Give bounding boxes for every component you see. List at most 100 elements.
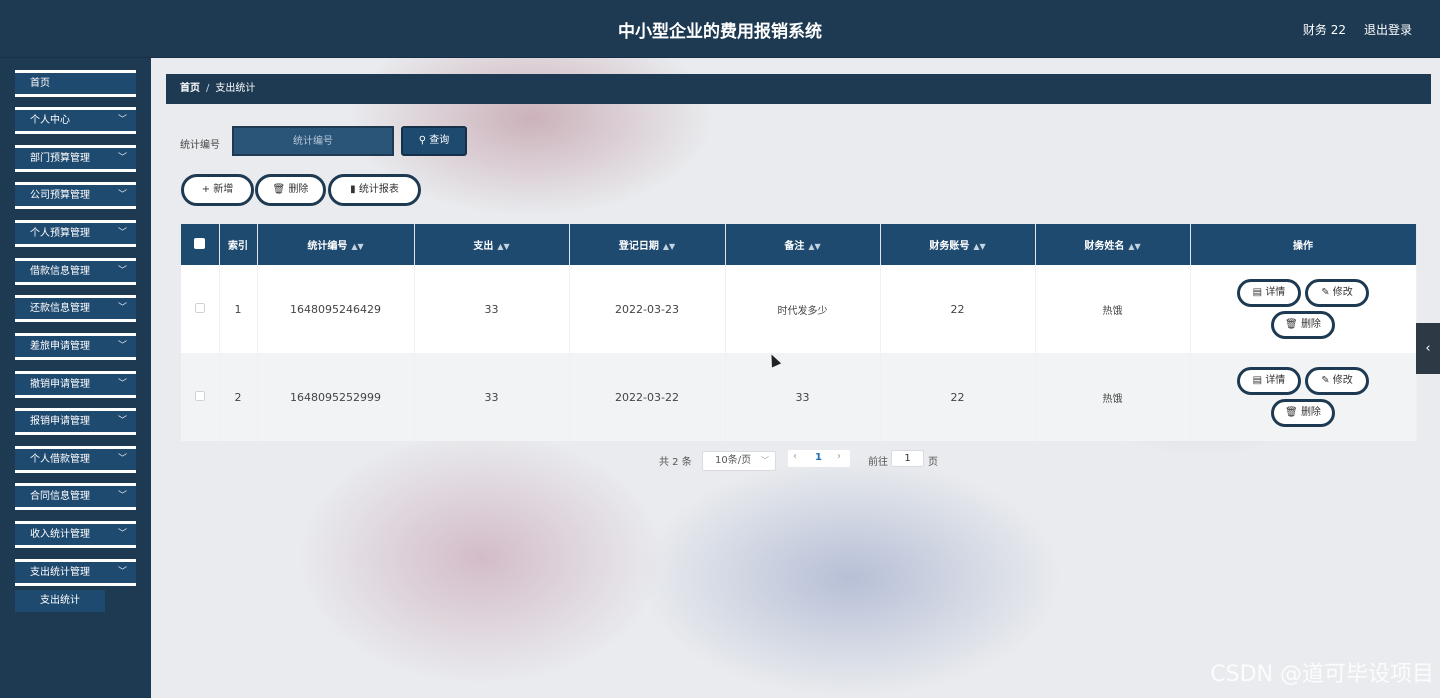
select-all-checkbox[interactable] bbox=[181, 224, 220, 265]
report-button-label: 统计报表 bbox=[358, 184, 399, 195]
system-title: 中小型企业的费用报销系统 bbox=[618, 22, 822, 42]
sidebar-subitem-expense-stats[interactable]: 支出统计 bbox=[15, 590, 105, 612]
col-header-expense[interactable]: 支出 ▲▼ bbox=[414, 224, 570, 265]
chevron-down-icon: ﹀ bbox=[117, 190, 127, 200]
cell-account: 22 bbox=[880, 265, 1036, 353]
prev-page-icon[interactable]: ‹ bbox=[793, 451, 797, 462]
table-header-row: 索引 统计编号 ▲▼ 支出 ▲▼ 登记日期 ▲▼ 备注 ▲▼ 财务账号 ▲▼ 财务姓名 ▲▼… bbox=[181, 224, 1417, 265]
chevron-down-icon: ﹀ bbox=[117, 266, 127, 276]
batch-delete-button[interactable]: 🗑 删除 bbox=[255, 174, 326, 206]
page-number-current[interactable]: 1 bbox=[815, 452, 822, 463]
sidebar-item-personal-budget[interactable]: 个人预算管理 ﹀ bbox=[15, 220, 136, 247]
detail-button[interactable]: ▤ 详情 bbox=[1237, 279, 1301, 307]
add-button-label: 新增 bbox=[213, 184, 234, 195]
add-button[interactable]: + 新增 bbox=[181, 174, 254, 206]
chevron-down-icon: ﹀ bbox=[117, 379, 127, 389]
sort-icon: ▲▼ bbox=[351, 242, 364, 251]
sort-icon: ▲▼ bbox=[808, 242, 821, 251]
chevron-left-icon[interactable]: ‹ bbox=[1416, 323, 1440, 374]
sidebar-item-loan-info[interactable]: 借款信息管理 ﹀ bbox=[15, 258, 136, 285]
sidebar-item-repayment-info[interactable]: 还款信息管理 ﹀ bbox=[15, 295, 136, 322]
delete-button[interactable]: 🗑 删除 bbox=[1271, 311, 1335, 339]
chevron-down-icon: ﹀ bbox=[117, 228, 127, 238]
sidebar-item-label: 收入统计管理 bbox=[30, 529, 90, 540]
page-nav: ‹ 1 › bbox=[788, 450, 850, 467]
sidebar: 首页 个人中心 ﹀ 部门预算管理 ﹀ 公司预算管理 ﹀ 个人预算管理 ﹀ 借款信息管理 ﹀… bbox=[0, 58, 151, 698]
cell-date: 2022-03-22 bbox=[569, 353, 726, 441]
breadcrumb: 首页 / 支出统计 bbox=[166, 74, 1431, 104]
sidebar-item-revoke-apply[interactable]: 撤销申请管理 ﹀ bbox=[15, 371, 136, 398]
search-icon: ⚲ bbox=[418, 135, 427, 146]
col-header-index: 索引 bbox=[219, 224, 258, 265]
chevron-down-icon: ﹀ bbox=[117, 341, 127, 351]
cell-date: 2022-03-23 bbox=[569, 265, 726, 353]
chevron-down-icon: ﹀ bbox=[117, 567, 127, 577]
page-size-select[interactable]: 10条/页 ﹀ bbox=[702, 451, 776, 471]
col-header-date[interactable]: 登记日期 ▲▼ bbox=[569, 224, 726, 265]
sidebar-item-travel-apply[interactable]: 差旅申请管理 ﹀ bbox=[15, 333, 136, 360]
cell-name: 热饿 bbox=[1035, 353, 1191, 441]
sidebar-item-dept-budget[interactable]: 部门预算管理 ﹀ bbox=[15, 145, 136, 172]
col-header-remark[interactable]: 备注 ▲▼ bbox=[725, 224, 881, 265]
sidebar-item-label: 个人借款管理 bbox=[30, 454, 90, 465]
cell-expense: 33 bbox=[414, 265, 570, 353]
cell-index: 1 bbox=[219, 265, 258, 353]
sidebar-item-label: 支出统计管理 bbox=[30, 567, 90, 578]
chevron-down-icon: ﹀ bbox=[117, 153, 127, 163]
col-header-name[interactable]: 财务姓名 ▲▼ bbox=[1035, 224, 1191, 265]
sidebar-item-home[interactable]: 首页 bbox=[15, 70, 136, 97]
chevron-down-icon: ﹀ bbox=[117, 454, 127, 464]
search-input[interactable] bbox=[232, 126, 394, 156]
sidebar-item-reimburse-apply[interactable]: 报销申请管理 ﹀ bbox=[15, 408, 136, 435]
sidebar-item-company-budget[interactable]: 公司预算管理 ﹀ bbox=[15, 182, 136, 209]
sidebar-item-label: 公司预算管理 bbox=[30, 190, 90, 201]
document-icon: ▤ bbox=[1252, 375, 1263, 386]
batch-delete-label: 删除 bbox=[288, 184, 309, 195]
sidebar-item-label: 报销申请管理 bbox=[30, 416, 90, 427]
sidebar-item-label: 首页 bbox=[30, 78, 50, 89]
col-header-code[interactable]: 统计编号 ▲▼ bbox=[257, 224, 415, 265]
data-table: 索引 统计编号 ▲▼ 支出 ▲▼ 登记日期 ▲▼ 备注 ▲▼ 财务账号 ▲▼ 财务姓名 ▲▼… bbox=[181, 224, 1417, 441]
cell-code: 1648095246429 bbox=[257, 265, 415, 353]
sort-icon: ▲▼ bbox=[662, 242, 676, 251]
logout-link[interactable]: 退出登录 bbox=[1364, 21, 1412, 38]
edit-button[interactable]: ✎ 修改 bbox=[1305, 367, 1369, 395]
sidebar-item-personal-loan[interactable]: 个人借款管理 ﹀ bbox=[15, 446, 136, 473]
report-button[interactable]: ▮ 统计报表 bbox=[328, 174, 421, 206]
chevron-down-icon: ﹀ bbox=[761, 456, 769, 465]
col-header-account[interactable]: 财务账号 ▲▼ bbox=[880, 224, 1036, 265]
breadcrumb-home[interactable]: 首页 bbox=[180, 83, 200, 94]
row-checkbox[interactable] bbox=[181, 353, 220, 441]
edit-button[interactable]: ✎ 修改 bbox=[1305, 279, 1369, 307]
row-checkbox[interactable] bbox=[181, 265, 220, 353]
trash-icon: 🗑 bbox=[1285, 407, 1298, 418]
cell-name: 热饿 bbox=[1035, 265, 1191, 353]
query-button[interactable]: ⚲ 查询 bbox=[401, 126, 467, 156]
sidebar-item-expense-stats[interactable]: 支出统计管理 ﹀ bbox=[15, 559, 136, 586]
cell-code: 1648095252999 bbox=[257, 353, 415, 441]
goto-page-input[interactable] bbox=[891, 450, 924, 467]
sidebar-item-label: 个人中心 bbox=[30, 115, 70, 126]
chevron-down-icon: ﹀ bbox=[117, 491, 127, 501]
cell-actions: ▤ 详情 ✎ 修改 🗑 删除 bbox=[1190, 265, 1417, 353]
sidebar-item-label: 借款信息管理 bbox=[30, 266, 90, 277]
delete-button[interactable]: 🗑 删除 bbox=[1271, 399, 1335, 427]
next-page-icon[interactable]: › bbox=[837, 451, 841, 462]
sort-icon: ▲▼ bbox=[1128, 242, 1141, 251]
sidebar-item-label: 撤销申请管理 bbox=[30, 379, 90, 390]
cell-remark: 时代发多少 bbox=[725, 265, 881, 353]
detail-button[interactable]: ▤ 详情 bbox=[1237, 367, 1301, 395]
cell-remark: 33 bbox=[725, 353, 881, 441]
top-header: 中小型企业的费用报销系统 财务 22 退出登录 bbox=[0, 0, 1440, 58]
trash-icon: 🗑 bbox=[272, 184, 286, 195]
sidebar-item-personal-center[interactable]: 个人中心 ﹀ bbox=[15, 107, 136, 134]
sidebar-item-label: 差旅申请管理 bbox=[30, 341, 90, 352]
pencil-icon: ✎ bbox=[1321, 287, 1330, 298]
trash-icon: 🗑 bbox=[1285, 319, 1298, 330]
sidebar-item-label: 个人预算管理 bbox=[30, 228, 90, 239]
sidebar-item-contract-info[interactable]: 合同信息管理 ﹀ bbox=[15, 483, 136, 510]
chevron-down-icon: ﹀ bbox=[117, 303, 127, 313]
sidebar-item-income-stats[interactable]: 收入统计管理 ﹀ bbox=[15, 521, 136, 548]
table-row: 2 1648095252999 33 2022-03-22 33 22 热饿 ▤… bbox=[181, 353, 1417, 441]
chevron-down-icon: ﹀ bbox=[117, 529, 127, 539]
